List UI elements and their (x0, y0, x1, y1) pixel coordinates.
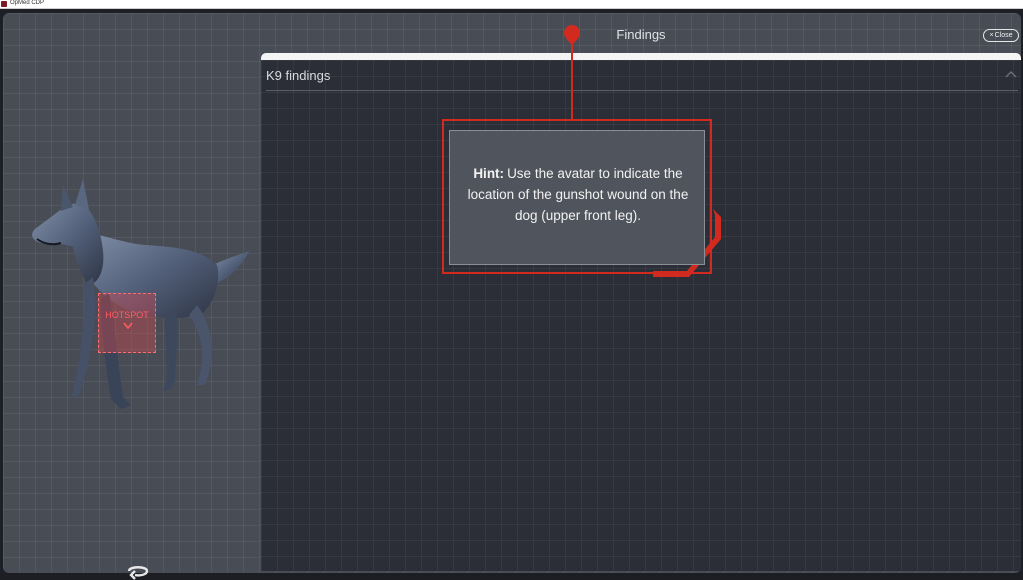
chevron-down-icon (123, 322, 133, 330)
hotspot-label: HOTSPOT (105, 310, 149, 320)
hint-text: Hint: Use the avatar to indicate the loca… (460, 163, 696, 226)
hotspot-upper-front-leg[interactable]: HOTSPOT (98, 293, 156, 353)
hint-pin-icon (564, 25, 580, 45)
hint-box: Hint: Use the avatar to indicate the loca… (449, 130, 705, 265)
panel-header[interactable]: K9 findings (266, 60, 1018, 91)
close-icon: × (989, 32, 994, 39)
app-stage: Findings ×Close HOTSPOT K9 findings Hint… (0, 10, 1023, 580)
window-title: OpMed CDP (10, 0, 45, 6)
page-title: Findings (616, 27, 666, 42)
hint-label: Hint: (473, 166, 505, 181)
panel-title: K9 findings (266, 68, 331, 83)
close-button-label: Close (994, 32, 1013, 39)
window-titlebar: OpMed CDP (0, 0, 1023, 9)
rotate-icon[interactable] (125, 562, 151, 580)
app-icon (1, 1, 7, 7)
findings-frame: Findings ×Close HOTSPOT K9 findings Hint… (3, 13, 1021, 580)
close-button[interactable]: ×Close (983, 29, 1019, 42)
hint-connector-line (571, 37, 573, 120)
chevron-up-icon[interactable] (1004, 68, 1018, 80)
